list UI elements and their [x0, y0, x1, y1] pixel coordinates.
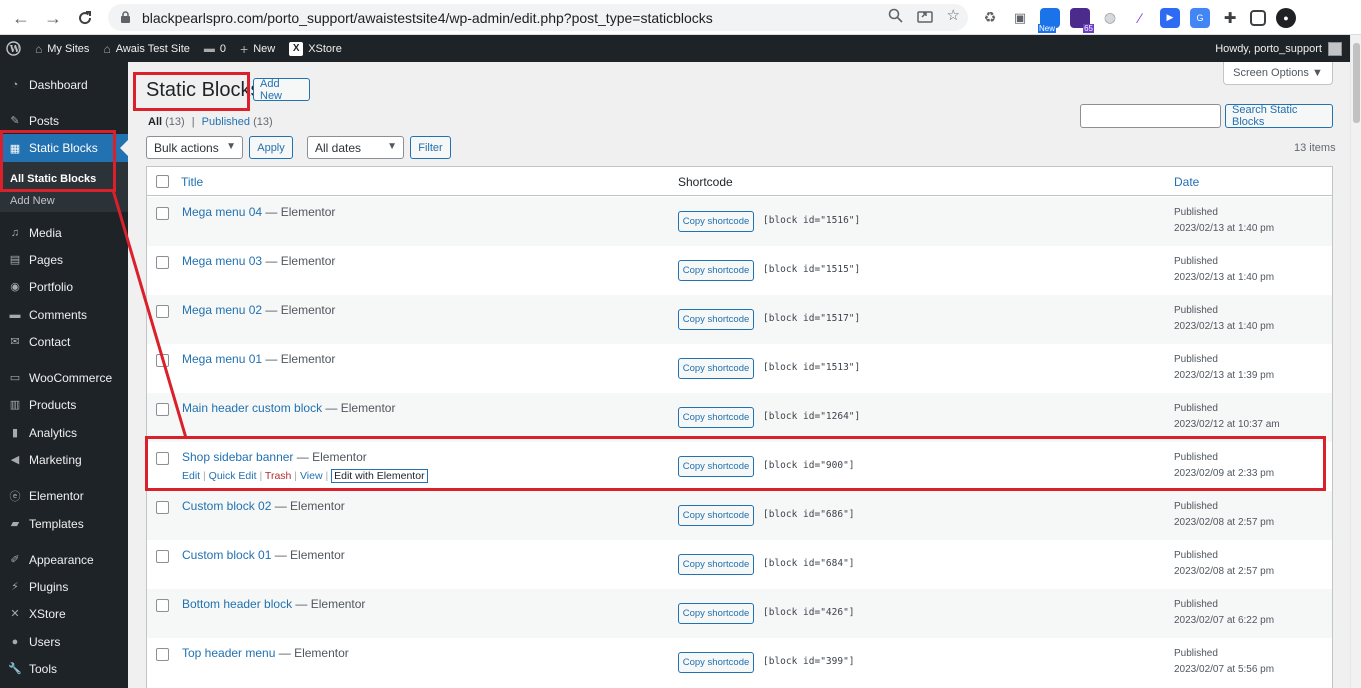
- annotation-arrow-line: [111, 189, 188, 439]
